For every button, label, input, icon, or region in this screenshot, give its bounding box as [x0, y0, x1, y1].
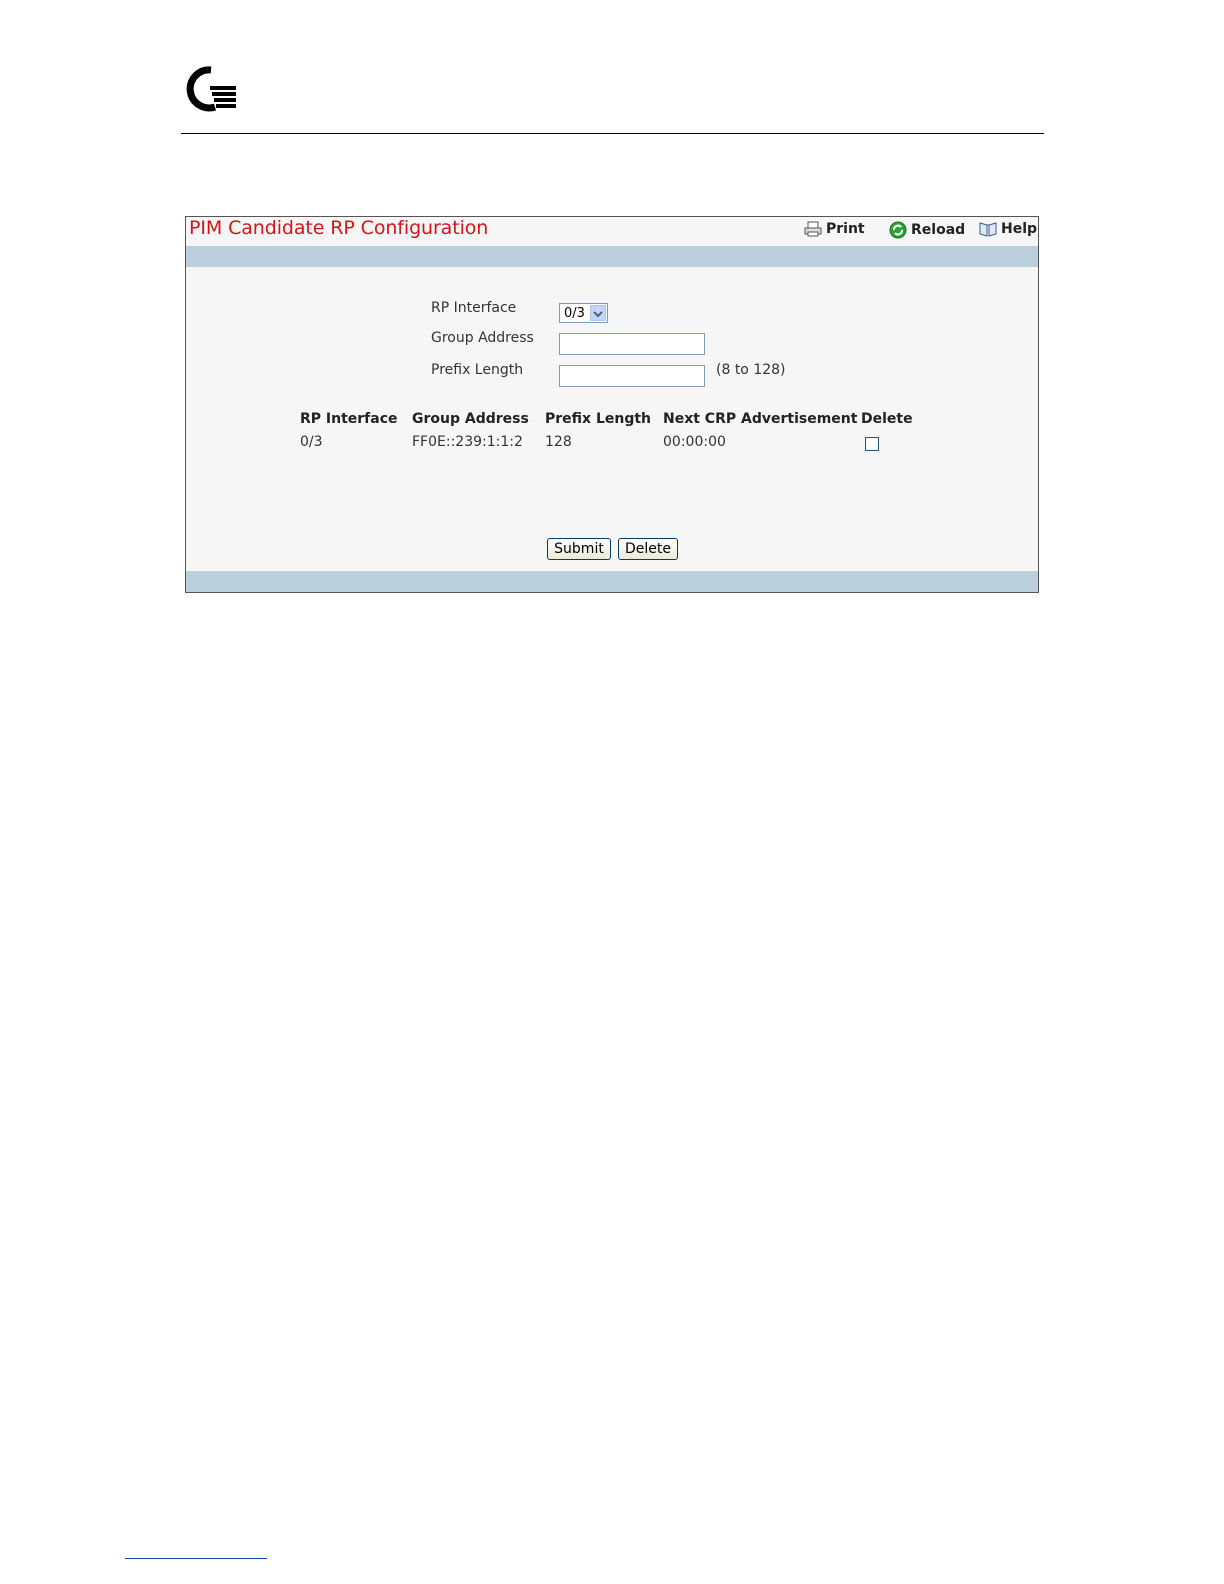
cell-group-address: FF0E::239:1:1:2 [412, 434, 523, 450]
reload-button[interactable]: Reload [889, 221, 965, 239]
header-divider [181, 133, 1044, 134]
reload-icon [889, 221, 907, 239]
group-address-input[interactable] [559, 333, 705, 355]
column-header-rp-interface: RP Interface [300, 411, 398, 427]
submit-button[interactable]: Submit [547, 538, 611, 560]
column-header-next-crp-advertisement: Next CRP Advertisement [663, 411, 858, 427]
page-title: PIM Candidate RP Configuration [189, 217, 489, 239]
column-header-delete: Delete [861, 411, 913, 427]
rp-interface-select-value: 0/3 [564, 306, 585, 321]
brand-logo-icon [186, 66, 236, 112]
prefix-length-label: Prefix Length [431, 362, 524, 378]
header-band [186, 246, 1038, 267]
prefix-length-input[interactable] [559, 365, 705, 387]
footer-band [186, 571, 1038, 592]
prefix-length-hint: (8 to 128) [716, 362, 786, 378]
reload-label: Reload [911, 222, 966, 238]
rp-interface-select[interactable]: 0/3 [559, 303, 608, 323]
cell-prefix-length: 128 [545, 434, 572, 450]
print-button[interactable]: Print [804, 221, 865, 237]
column-header-prefix-length: Prefix Length [545, 411, 652, 427]
cell-next-crp-advertisement: 00:00:00 [663, 434, 726, 450]
help-label: Help [1001, 221, 1038, 237]
config-panel: PIM Candidate RP Configuration Print Rel… [185, 216, 1039, 593]
column-header-group-address: Group Address [412, 411, 529, 427]
help-book-icon [979, 222, 997, 237]
delete-button[interactable]: Delete [618, 538, 678, 560]
printer-icon [804, 221, 822, 237]
chevron-down-icon[interactable] [590, 305, 606, 321]
cell-rp-interface: 0/3 [300, 434, 323, 450]
delete-row-checkbox[interactable] [865, 437, 879, 451]
print-label: Print [826, 221, 865, 237]
group-address-label: Group Address [431, 330, 534, 346]
footer-link-underline [125, 1558, 267, 1559]
rp-interface-label: RP Interface [431, 300, 517, 316]
help-button[interactable]: Help [979, 221, 1037, 237]
title-bar: PIM Candidate RP Configuration Print Rel… [186, 217, 1038, 245]
